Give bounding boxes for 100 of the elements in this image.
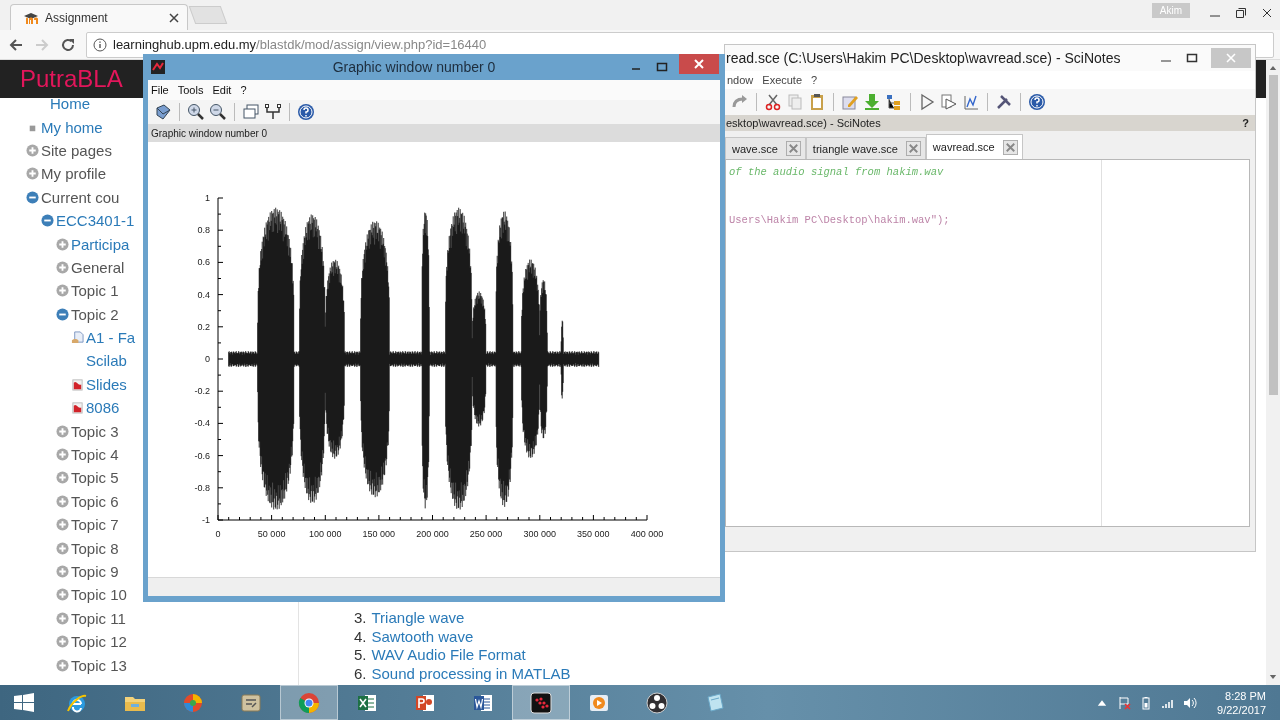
close-icon[interactable] [1261, 7, 1273, 19]
collapse-icon[interactable] [41, 214, 54, 228]
topic-link[interactable]: Sawtooth wave [371, 627, 474, 645]
chart-icon[interactable] [962, 93, 980, 111]
menu-item[interactable]: Execute [762, 74, 803, 86]
nav-item[interactable]: My home [41, 118, 103, 136]
run-file-icon[interactable] [940, 93, 958, 111]
reload-icon[interactable] [60, 36, 76, 53]
nav-item[interactable]: Site pages [41, 141, 112, 159]
nav-item[interactable]: Topic 4 [71, 446, 119, 464]
file-tab[interactable]: wavread.sce [925, 134, 1023, 159]
restore-icon[interactable] [1235, 7, 1247, 19]
topic-link[interactable]: Sound processing in MATLAB [371, 665, 571, 683]
tree-icon[interactable] [885, 93, 903, 111]
expand-icon[interactable] [56, 611, 69, 625]
url-host: learninghub.upm.edu.my [113, 37, 257, 52]
taskbar-button[interactable] [512, 685, 570, 720]
nav-item[interactable]: A1 - Fa [86, 329, 136, 347]
scroll-down-icon[interactable] [1269, 674, 1277, 681]
expand-icon[interactable] [56, 635, 69, 649]
nav-item[interactable]: Topic 5 [71, 469, 119, 487]
expand-icon[interactable] [56, 565, 69, 578]
menu-item[interactable]: Tools [177, 84, 204, 96]
help-icon[interactable] [297, 103, 315, 121]
nav-item[interactable]: ECC3401-1 [56, 212, 135, 230]
menu-item[interactable]: ? [811, 74, 818, 86]
nav-item[interactable]: Scilab [86, 352, 127, 370]
nav-item[interactable]: Topic 12 [71, 633, 127, 651]
clock-time[interactable]: 8:28 PM [1225, 688, 1266, 703]
scrollbar-thumb[interactable] [1268, 75, 1278, 395]
nav-item[interactable]: 8086 [86, 399, 120, 417]
maximize-icon[interactable] [656, 61, 668, 73]
expand-icon[interactable] [56, 541, 69, 555]
clock-date[interactable]: 9/22/2017 [1217, 702, 1266, 717]
scrollbar[interactable] [1266, 60, 1280, 685]
collapse-icon[interactable] [26, 190, 39, 204]
maximize-icon[interactable] [1186, 52, 1198, 64]
help-icon[interactable] [1028, 93, 1046, 111]
nav-item[interactable]: Home [50, 95, 90, 113]
scroll-up-icon[interactable] [1269, 64, 1277, 71]
expand-icon[interactable] [26, 167, 39, 181]
topic-link[interactable]: WAV Audio File Format [371, 646, 526, 664]
expand-icon[interactable] [56, 260, 69, 274]
menu-item[interactable]: Edit [212, 84, 232, 96]
expand-icon[interactable] [56, 471, 69, 485]
zoom-in-icon[interactable] [187, 103, 205, 121]
nav-item[interactable]: Topic 10 [71, 586, 127, 604]
app-icon [151, 60, 165, 74]
flag-icon[interactable] [1117, 695, 1132, 710]
nav-item[interactable]: Current cou [41, 188, 120, 206]
wheel-icon [297, 690, 321, 715]
expand-icon[interactable] [56, 448, 69, 462]
info-icon[interactable] [93, 37, 107, 52]
menu-item[interactable]: ? [240, 84, 247, 96]
expand-icon[interactable] [56, 494, 69, 508]
tools-icon[interactable] [995, 93, 1013, 111]
browser-tab[interactable]: Assignment [10, 4, 188, 30]
figure-caption: Graphic window number 0 [151, 127, 268, 139]
expand-icon[interactable] [56, 424, 69, 438]
nav-item[interactable]: Topic 8 [71, 539, 119, 557]
nav-item[interactable]: Slides [86, 375, 127, 393]
windows-icon[interactable] [242, 103, 260, 121]
expand-icon[interactable] [56, 588, 69, 602]
expand-icon[interactable] [56, 658, 69, 672]
collapse-icon[interactable] [56, 307, 69, 321]
expand-icon[interactable] [26, 143, 39, 157]
nav-item[interactable]: Topic 3 [71, 422, 119, 440]
expand-icon[interactable] [56, 518, 69, 532]
back-icon[interactable] [8, 36, 24, 53]
nav-item[interactable]: Topic 11 [71, 609, 126, 627]
file-tab[interactable]: triangle wave.sce [805, 137, 926, 159]
cut-icon[interactable] [764, 93, 782, 111]
zoom-out-icon[interactable] [209, 103, 227, 121]
paste-icon[interactable] [808, 93, 826, 111]
tick-label: 200 000 [416, 529, 449, 539]
menu-item[interactable]: ndow [727, 74, 754, 86]
nav-item[interactable]: Topic 7 [71, 516, 119, 534]
expand-icon[interactable] [56, 284, 69, 298]
file-tab[interactable]: wave.sce [725, 137, 806, 159]
tick-label: -0.2 [194, 386, 210, 397]
run-icon[interactable] [918, 93, 936, 111]
nav-item[interactable]: Topic 6 [71, 492, 119, 510]
help-link[interactable]: ? [1242, 117, 1249, 129]
menu-item[interactable]: File [151, 84, 169, 96]
close-icon[interactable] [169, 12, 179, 23]
nav-item[interactable]: Topic 9 [71, 563, 119, 580]
datatip-icon[interactable] [264, 103, 282, 121]
rotate-icon[interactable] [154, 103, 172, 121]
topic-link[interactable]: Triangle wave [371, 609, 465, 627]
edit-config-icon[interactable] [841, 93, 859, 111]
nav-item[interactable]: General [71, 258, 125, 276]
nav-item[interactable]: Topic 1 [71, 282, 119, 300]
speaker-icon[interactable] [1183, 695, 1198, 710]
tick-label: 0.8 [197, 225, 210, 236]
tick-label: -0.8 [194, 482, 210, 493]
nav-item[interactable]: Participa [71, 235, 130, 253]
nav-item[interactable]: Topic 2 [71, 305, 119, 323]
nav-item[interactable]: My profile [41, 165, 107, 183]
nav-item[interactable]: Topic 13 [71, 656, 127, 674]
expand-icon[interactable] [56, 237, 69, 251]
